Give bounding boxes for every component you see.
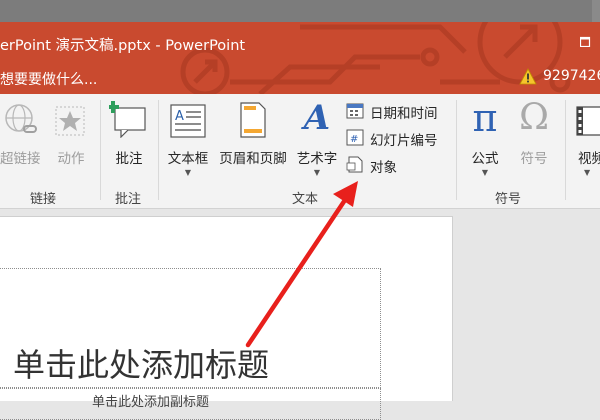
slide-number-icon: # xyxy=(346,129,364,146)
slide-number-button[interactable]: # 幻灯片编号 xyxy=(346,127,451,149)
separator xyxy=(565,100,566,200)
tell-me-search[interactable]: 想要要做什么... xyxy=(0,69,97,89)
chevron-down-icon: ▼ xyxy=(584,168,591,177)
date-time-button[interactable]: 日期和时间 xyxy=(346,100,451,122)
textbox-button[interactable]: A 文本框 ▼ xyxy=(163,100,213,182)
symbols-group-label: 符号 xyxy=(495,192,522,207)
action-label: 动作 xyxy=(57,151,85,167)
separator xyxy=(100,100,101,200)
wordart-icon: A xyxy=(303,98,331,138)
header-footer-icon xyxy=(240,102,266,138)
comment-label: 批注 xyxy=(115,151,143,167)
video-label: 视频 xyxy=(578,151,600,167)
film-icon xyxy=(576,106,600,136)
chevron-down-icon: ▼ xyxy=(481,168,489,177)
comments-group-label: 批注 xyxy=(115,192,142,207)
screen-top-strip-edge xyxy=(592,0,600,22)
title-placeholder-text: 单击此处添加标题 xyxy=(13,346,270,384)
screen-top-strip xyxy=(0,0,600,22)
wordart-label: 艺术字 xyxy=(296,151,338,167)
calendar-icon xyxy=(346,103,364,119)
header-footer-button[interactable]: 页眉和页脚 xyxy=(214,100,292,170)
comment-button[interactable]: 批注 xyxy=(106,100,152,170)
action-star-icon xyxy=(55,106,85,136)
links-group-label: 链接 xyxy=(30,192,57,207)
wordart-button[interactable]: A 艺术字 ▼ xyxy=(292,98,342,182)
warning-icon[interactable] xyxy=(519,68,537,85)
slide-number-label: 幻灯片编号 xyxy=(370,133,438,149)
omega-icon: Ω xyxy=(519,97,549,138)
textbox-icon: A xyxy=(170,104,206,138)
equation-button[interactable]: π 公式 ▼ xyxy=(462,96,508,182)
separator xyxy=(456,100,457,200)
svg-text:A: A xyxy=(175,109,184,124)
equation-label: 公式 xyxy=(471,151,499,167)
symbol-button[interactable]: Ω 符号 xyxy=(510,97,558,170)
textbox-label: 文本框 xyxy=(167,151,209,167)
account-name[interactable]: 9297426 xyxy=(543,68,600,84)
symbol-label: 符号 xyxy=(520,151,548,167)
new-comment-icon xyxy=(109,101,146,138)
hyperlink-icon xyxy=(5,104,37,133)
hyperlink-label: 超链接 xyxy=(0,151,41,167)
object-label: 对象 xyxy=(370,160,397,176)
restore-window-icon[interactable] xyxy=(580,35,592,47)
object-icon xyxy=(346,156,363,173)
subtitle-placeholder-text: 单击此处添加副标题 xyxy=(92,395,210,410)
chevron-down-icon: ▼ xyxy=(184,168,192,177)
action-button[interactable]: 动作 xyxy=(50,100,92,170)
header-footer-label: 页眉和页脚 xyxy=(219,151,287,167)
separator xyxy=(158,100,159,200)
video-button[interactable]: 视频 ▼ xyxy=(572,100,600,182)
pi-icon: π xyxy=(472,96,498,140)
hyperlink-button[interactable]: 超链接 xyxy=(0,100,44,170)
insert-ribbon: 超链接 动作 链接 批注 批注 A 文本框 ▼ 页眉和页脚 A 艺术字 ▼ 日期… xyxy=(0,94,600,209)
svg-text:#: # xyxy=(350,134,358,145)
object-button[interactable]: 对象 xyxy=(346,154,451,176)
window-title: erPoint 演示文稿.pptx - PowerPoint xyxy=(0,38,246,54)
text-group-label: 文本 xyxy=(292,192,319,207)
date-time-label: 日期和时间 xyxy=(370,106,438,122)
chevron-down-icon: ▼ xyxy=(313,168,321,177)
title-bar: erPoint 演示文稿.pptx - PowerPoint 想要要做什么...… xyxy=(0,22,600,94)
